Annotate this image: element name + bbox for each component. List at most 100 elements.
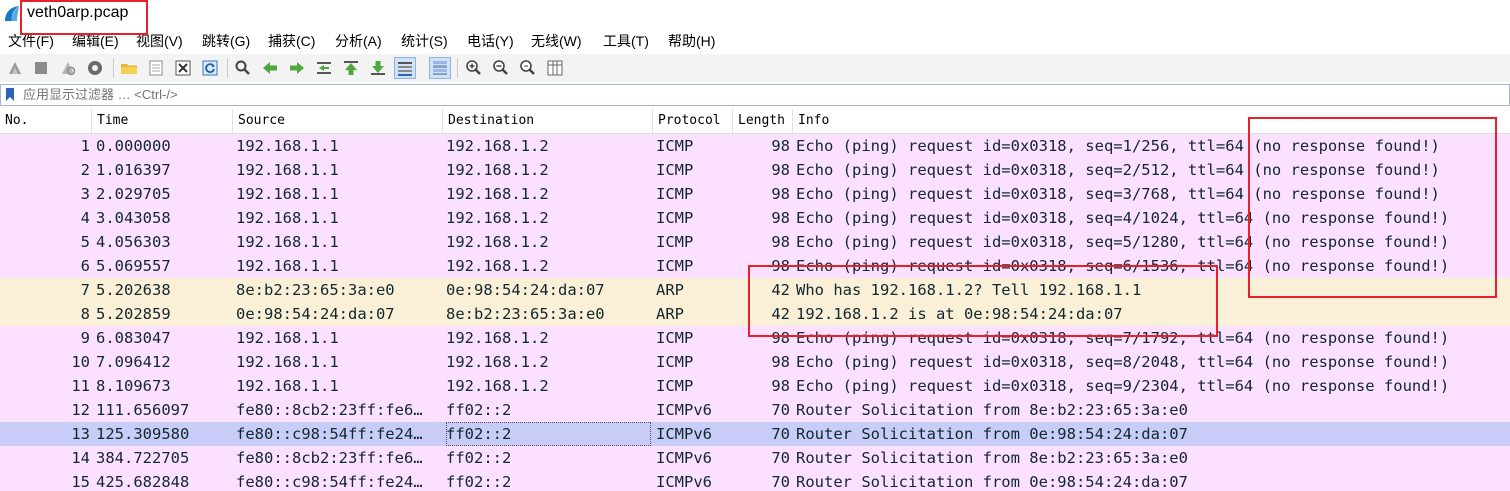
menu-file[interactable]: 文件(F): [8, 31, 54, 51]
packet-no-cell: 13: [71, 425, 90, 443]
last-packet-icon[interactable]: [367, 57, 389, 79]
start-capture-icon[interactable]: [4, 57, 26, 79]
packet-time-cell: 8.109673: [96, 377, 171, 395]
packet-info-cell: Echo (ping) request id=0x0318, seq=6/153…: [796, 257, 1450, 275]
packet-source-cell: 192.168.1.1: [236, 233, 339, 251]
packet-protocol-cell: ICMP: [656, 137, 694, 155]
packet-length-cell: 98: [771, 257, 790, 275]
packet-length-cell: 42: [771, 305, 790, 323]
packet-time-cell: 2.029705: [96, 185, 171, 203]
packet-row[interactable]: 8 5.202859 0e:98:54:24:da:07 8e:b2:23:65:3a…: [0, 302, 1510, 326]
packet-destination-cell: ff02::2: [446, 401, 512, 419]
packet-no-cell: 11: [71, 377, 90, 395]
go-to-packet-icon[interactable]: [313, 57, 335, 79]
menu-go[interactable]: 跳转(G): [202, 31, 250, 51]
zoom-out-icon[interactable]: [490, 57, 512, 79]
menu-tools[interactable]: 工具(T): [603, 31, 649, 51]
display-filter-bar: [0, 84, 1510, 106]
packet-time-cell: 7.096412: [96, 353, 171, 371]
close-file-icon[interactable]: [172, 57, 194, 79]
column-header-length[interactable]: Length: [733, 109, 793, 133]
menu-view[interactable]: 视图(V): [136, 31, 183, 51]
column-header-source[interactable]: Source: [233, 109, 443, 133]
packet-destination-cell: ff02::2: [446, 473, 512, 491]
packet-destination-cell: 0e:98:54:24:da:07: [446, 281, 605, 299]
auto-scroll-icon[interactable]: [394, 57, 416, 79]
packet-protocol-cell: ICMP: [656, 257, 694, 275]
menu-capture[interactable]: 捕获(C): [268, 31, 315, 51]
menu-bar: 文件(F) 编辑(E) 视图(V) 跳转(G) 捕获(C) 分析(A) 统计(S…: [0, 30, 1510, 52]
packet-time-cell: 6.083047: [96, 329, 171, 347]
packet-row[interactable]: 6 5.069557 192.168.1.1 192.168.1.2 ICMP 98 Ech…: [0, 254, 1510, 278]
packet-row[interactable]: 10 7.096412 192.168.1.1 192.168.1.2 ICMP 98 Ec…: [0, 350, 1510, 374]
packet-row[interactable]: 7 5.202638 8e:b2:23:65:3a:e0 0e:98:54:24:da…: [0, 278, 1510, 302]
packet-protocol-cell: ICMP: [656, 209, 694, 227]
packet-row[interactable]: 14 384.722705 fe80::8cb2:23ff:fe6… ff02::2 I…: [0, 446, 1510, 470]
packet-no-cell: 3: [80, 185, 90, 203]
first-packet-icon[interactable]: [340, 57, 362, 79]
menu-edit[interactable]: 编辑(E): [72, 31, 119, 51]
packet-protocol-cell: ICMP: [656, 161, 694, 179]
stop-capture-icon[interactable]: [30, 57, 52, 79]
packet-info-cell: Echo (ping) request id=0x0318, seq=2/512…: [796, 161, 1440, 179]
packet-row[interactable]: 5 4.056303 192.168.1.1 192.168.1.2 ICMP 98 Ech…: [0, 230, 1510, 254]
packet-row[interactable]: 11 8.109673 192.168.1.1 192.168.1.2 ICMP 98 Ec…: [0, 374, 1510, 398]
bookmark-filter-icon[interactable]: [5, 87, 15, 102]
column-header-protocol[interactable]: Protocol: [653, 109, 733, 133]
packet-protocol-cell: ICMP: [656, 353, 694, 371]
column-header-info[interactable]: Info: [793, 109, 1510, 133]
packet-protocol-cell: ARP: [656, 305, 684, 323]
zoom-in-icon[interactable]: [463, 57, 485, 79]
find-packet-icon[interactable]: [232, 57, 254, 79]
packet-protocol-cell: ICMPv6: [656, 425, 712, 443]
packet-row[interactable]: 13 125.309580 fe80::c98:54ff:fe24… ff02::2 I…: [0, 422, 1510, 446]
normal-size-icon[interactable]: [517, 57, 539, 79]
packet-row[interactable]: 12 111.656097 fe80::8cb2:23ff:fe6… ff02::2 I…: [0, 398, 1510, 422]
go-forward-icon[interactable]: [286, 57, 308, 79]
display-filter-input[interactable]: [23, 85, 1423, 105]
column-header-no[interactable]: No.: [0, 109, 92, 133]
menu-telephony[interactable]: 电话(Y): [467, 31, 514, 51]
column-header-destination[interactable]: Destination: [443, 109, 653, 133]
packet-row[interactable]: 3 2.029705 192.168.1.1 192.168.1.2 ICMP 98 Ech…: [0, 182, 1510, 206]
packet-source-cell: 0e:98:54:24:da:07: [236, 305, 395, 323]
packet-no-cell: 9: [80, 329, 90, 347]
packet-row[interactable]: 4 3.043058 192.168.1.1 192.168.1.2 ICMP 98 Ech…: [0, 206, 1510, 230]
reload-file-icon[interactable]: [199, 57, 221, 79]
menu-statistics[interactable]: 统计(S): [401, 31, 448, 51]
packet-info-cell: Router Solicitation from 8e:b2:23:65:3a:…: [796, 449, 1188, 467]
open-file-icon[interactable]: [118, 57, 140, 79]
packet-row[interactable]: 9 6.083047 192.168.1.1 192.168.1.2 ICMP 98 Ech…: [0, 326, 1510, 350]
packet-protocol-cell: ICMP: [656, 185, 694, 203]
column-header-time[interactable]: Time: [92, 109, 233, 133]
packet-source-cell: 192.168.1.1: [236, 209, 339, 227]
menu-help[interactable]: 帮助(H): [668, 31, 715, 51]
packet-source-cell: fe80::c98:54ff:fe24…: [236, 473, 423, 491]
packet-destination-cell: 192.168.1.2: [446, 377, 549, 395]
go-back-icon[interactable]: [259, 57, 281, 79]
capture-options-icon[interactable]: [84, 57, 106, 79]
packet-length-cell: 42: [771, 281, 790, 299]
save-file-icon[interactable]: [145, 57, 167, 79]
packet-info-cell: Echo (ping) request id=0x0318, seq=9/230…: [796, 377, 1450, 395]
packet-length-cell: 98: [771, 137, 790, 155]
packet-protocol-cell: ICMPv6: [656, 401, 712, 419]
packet-time-cell: 5.069557: [96, 257, 171, 275]
colorize-icon[interactable]: [429, 57, 451, 79]
packet-length-cell: 98: [771, 233, 790, 251]
main-toolbar: [0, 54, 1510, 82]
packet-length-cell: 98: [771, 185, 790, 203]
packet-time-cell: 111.656097: [96, 401, 190, 419]
packet-source-cell: fe80::c98:54ff:fe24…: [236, 425, 423, 443]
resize-columns-icon[interactable]: [544, 57, 566, 79]
packet-row[interactable]: 15 425.682848 fe80::c98:54ff:fe24… ff02::2 I…: [0, 470, 1510, 491]
packet-destination-cell: 192.168.1.2: [446, 185, 549, 203]
restart-capture-icon[interactable]: [57, 57, 79, 79]
menu-wireless[interactable]: 无线(W): [531, 31, 582, 51]
packet-time-cell: 1.016397: [96, 161, 171, 179]
packet-length-cell: 98: [771, 209, 790, 227]
packet-info-cell: Who has 192.168.1.2? Tell 192.168.1.1: [796, 281, 1142, 299]
menu-analyze[interactable]: 分析(A): [335, 31, 382, 51]
packet-row[interactable]: 2 1.016397 192.168.1.1 192.168.1.2 ICMP 98 Ech…: [0, 158, 1510, 182]
packet-row[interactable]: 1 0.000000 192.168.1.1 192.168.1.2 ICMP 98 Ech…: [0, 134, 1510, 158]
